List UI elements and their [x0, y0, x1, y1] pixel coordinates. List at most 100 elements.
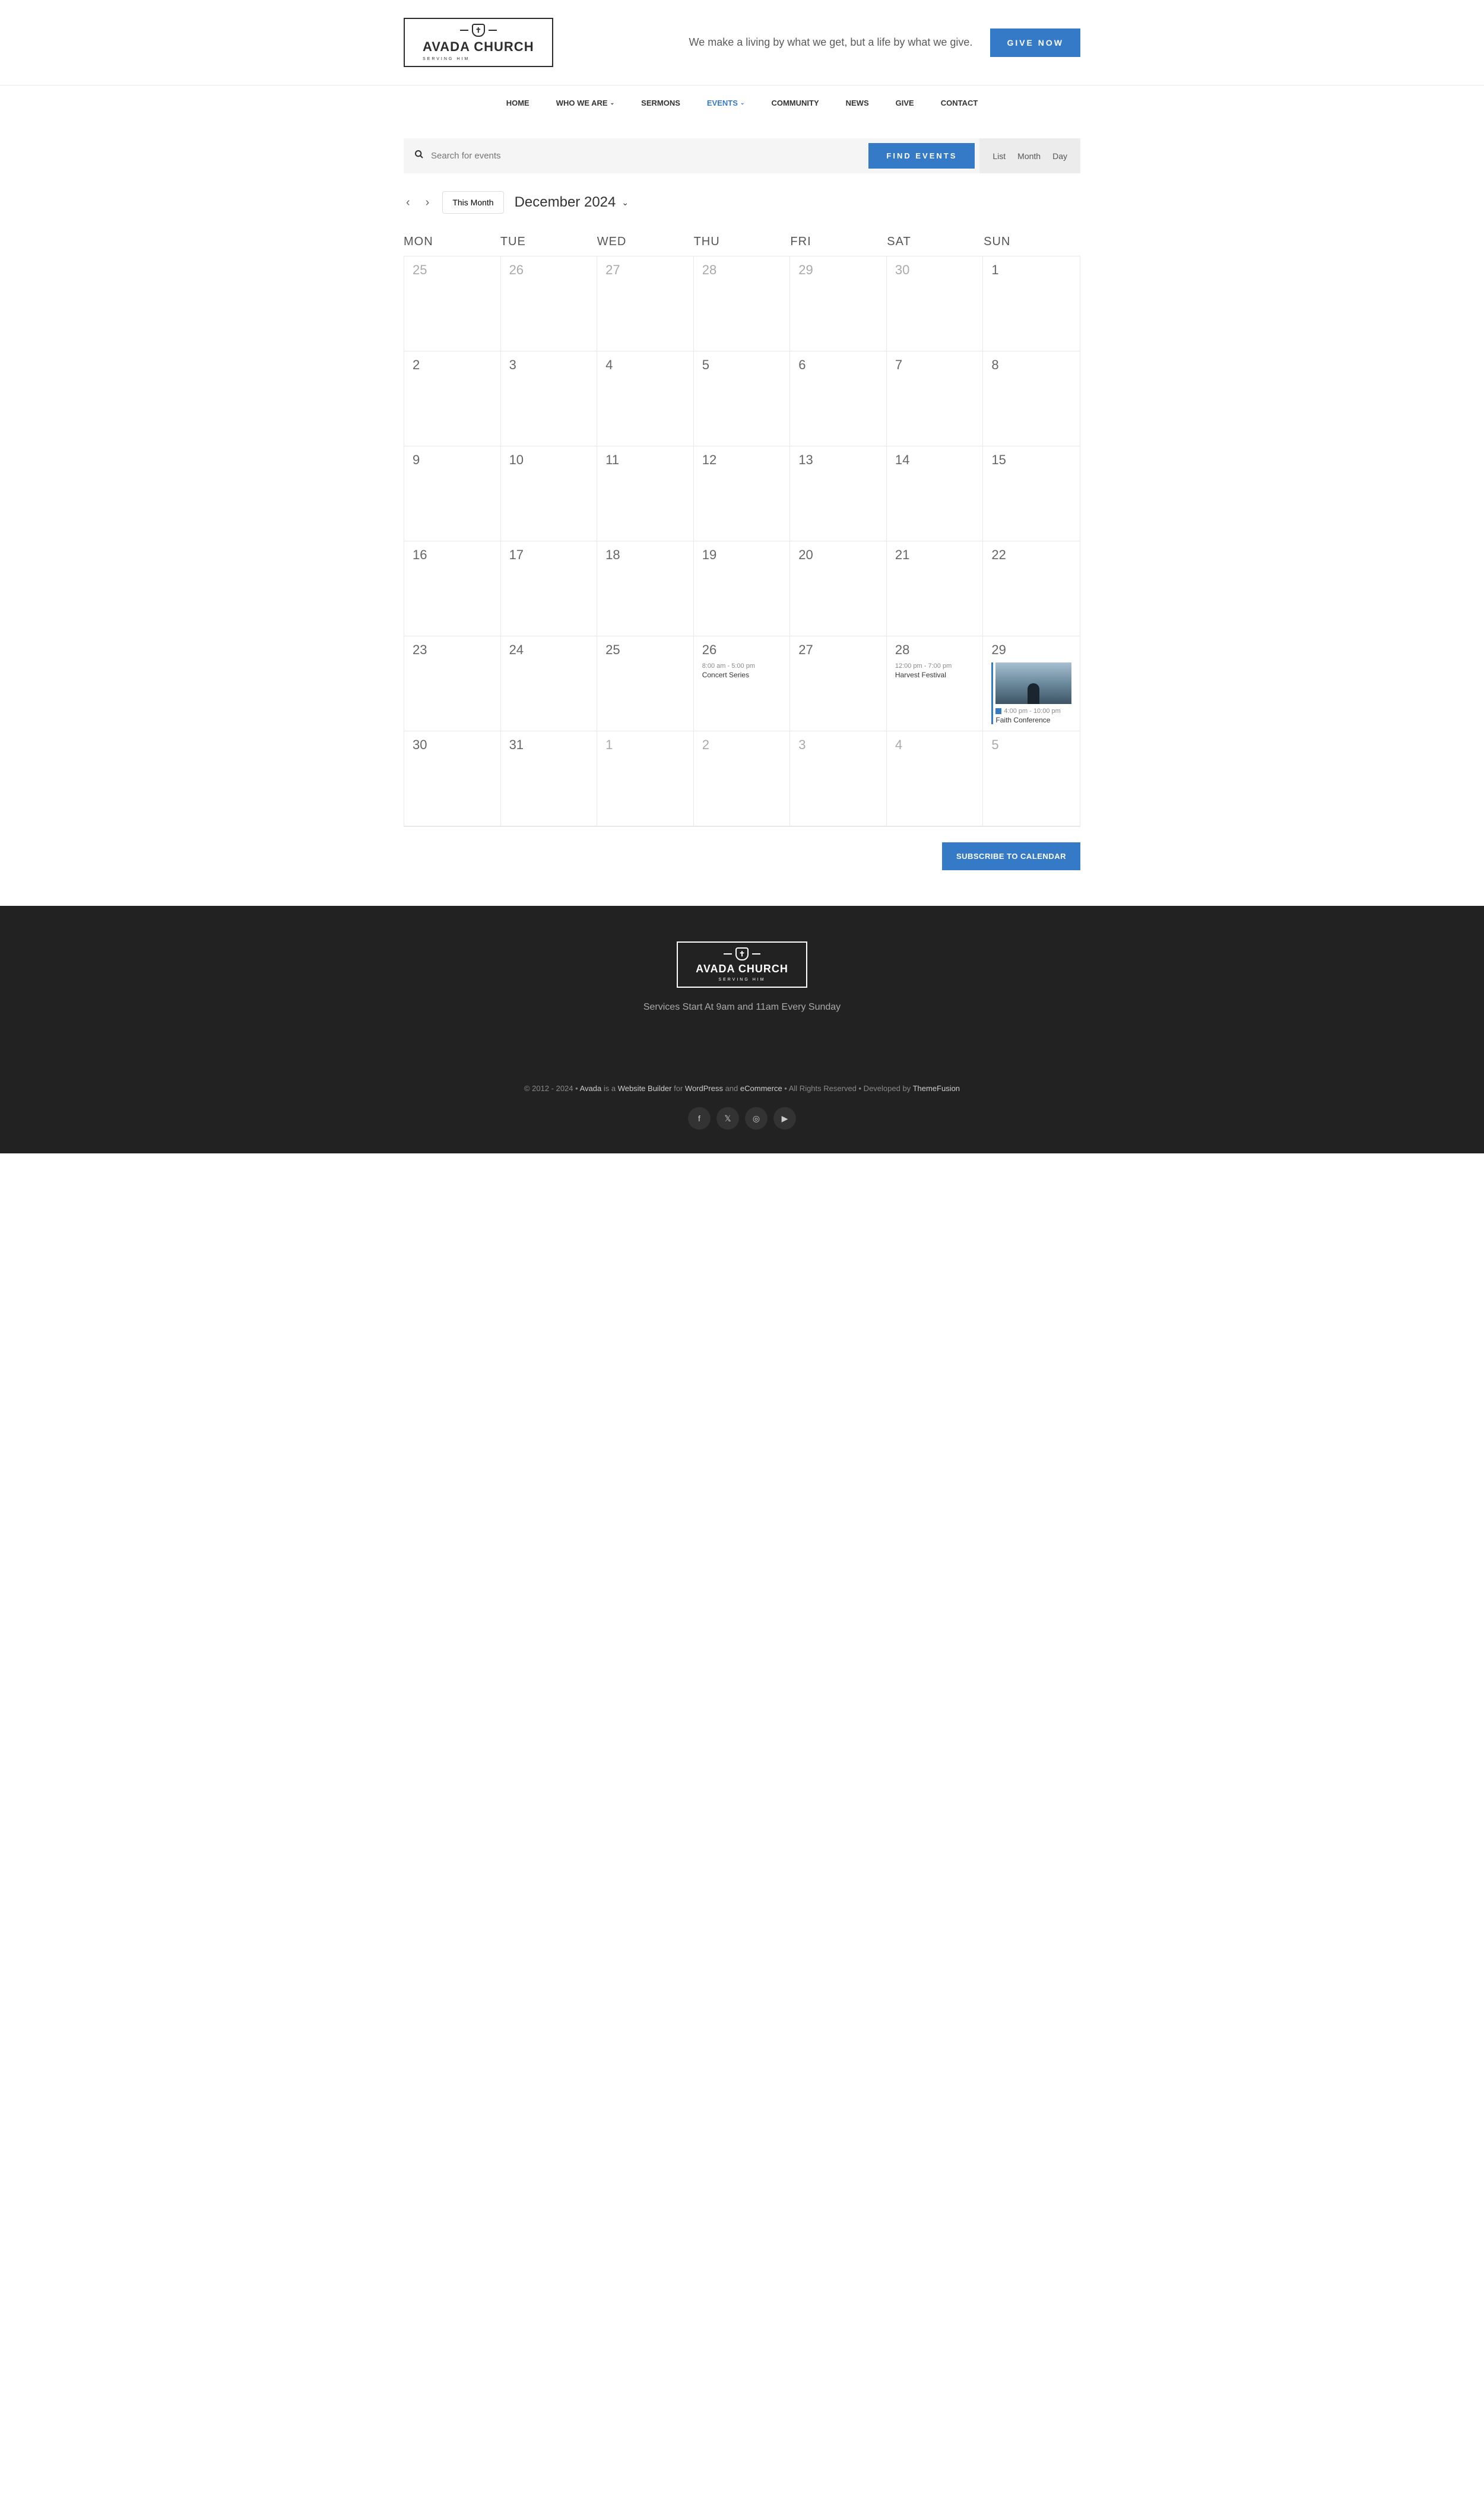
calendar-cell[interactable]: 25 [597, 636, 694, 731]
calendar-cell[interactable]: 31 [501, 731, 598, 826]
calendar-cell[interactable]: 8 [983, 351, 1080, 446]
calendar-cell[interactable]: 27 [597, 256, 694, 351]
calendar-cell[interactable]: 11 [597, 446, 694, 541]
nav-item-sermons[interactable]: SERMONS [641, 99, 680, 107]
calendar-cell[interactable]: 2 [404, 351, 501, 446]
calendar-cell[interactable]: 16 [404, 541, 501, 636]
calendar-date: 8 [991, 357, 1071, 373]
calendar-cell[interactable]: 15 [983, 446, 1080, 541]
calendar-date: 24 [509, 642, 589, 658]
calendar-cell[interactable]: 18 [597, 541, 694, 636]
event-time: 4:00 pm - 10:00 pm [995, 708, 1071, 715]
main-nav: HOME WHO WE ARE⌄ SERMONS EVENTS⌄ COMMUNITY NE… [404, 85, 1080, 121]
calendar-cell[interactable]: 268:00 am - 5:00 pmConcert Series [694, 636, 791, 731]
chevron-down-icon: ⌄ [610, 100, 615, 106]
calendar-date: 28 [895, 642, 975, 658]
calendar-date: 25 [413, 262, 492, 278]
calendar-cell[interactable]: 4 [887, 731, 984, 826]
calendar-cell[interactable]: 21 [887, 541, 984, 636]
nav-item-who-we-are[interactable]: WHO WE ARE⌄ [556, 99, 614, 107]
calendar-cell[interactable]: 3 [790, 731, 887, 826]
view-month[interactable]: Month [1017, 151, 1041, 161]
calendar-cell[interactable]: 6 [790, 351, 887, 446]
find-events-button[interactable]: FIND EVENTS [868, 143, 975, 169]
instagram-icon[interactable]: ◎ [745, 1107, 768, 1130]
calendar-cell[interactable]: 28 12:00 pm - 7:00 pmHarvest Festival [887, 636, 984, 731]
nav-item-give[interactable]: GIVE [896, 99, 914, 107]
calendar-date: 23 [413, 642, 492, 658]
calendar-cell[interactable]: 17 [501, 541, 598, 636]
link-themefusion[interactable]: ThemeFusion [913, 1084, 960, 1093]
logo[interactable]: ✝ AVADA CHURCH SERVING HIM [404, 18, 553, 67]
calendar-cell[interactable]: 29 [790, 256, 887, 351]
calendar-cell[interactable]: 294:00 pm - 10:00 pmFaith Conference [983, 636, 1080, 731]
calendar-cell[interactable]: 1 [983, 256, 1080, 351]
nav-item-news[interactable]: NEWS [846, 99, 869, 107]
calendar-date: 11 [605, 452, 685, 468]
cross-icon: ✝ [423, 24, 534, 37]
calendar-event[interactable]: 12:00 pm - 7:00 pmHarvest Festival [895, 662, 975, 679]
calendar-cell[interactable]: 28 [694, 256, 791, 351]
calendar-cell[interactable]: 30 [887, 256, 984, 351]
calendar-cell[interactable]: 24 [501, 636, 598, 731]
x-twitter-icon[interactable]: 𝕏 [716, 1107, 739, 1130]
calendar-event[interactable]: 4:00 pm - 10:00 pmFaith Conference [991, 662, 1071, 724]
calendar-cell[interactable]: 26 [501, 256, 598, 351]
calendar-cell[interactable]: 3 [501, 351, 598, 446]
view-day[interactable]: Day [1052, 151, 1067, 161]
link-website-builder[interactable]: Website Builder [618, 1084, 672, 1093]
chevron-down-icon: ⌄ [621, 198, 629, 208]
link-ecommerce[interactable]: eCommerce [740, 1084, 782, 1093]
calendar-cell[interactable]: 9 [404, 446, 501, 541]
calendar-cell[interactable]: 5 [983, 731, 1080, 826]
calendar-cell[interactable]: 27 [790, 636, 887, 731]
calendar-cell[interactable]: 1 [597, 731, 694, 826]
prev-month-button[interactable]: ‹ [404, 194, 413, 212]
calendar-date: 21 [895, 547, 975, 563]
calendar-date: 29 [798, 262, 878, 278]
nav-item-home[interactable]: HOME [506, 99, 529, 107]
calendar-cell[interactable]: 10 [501, 446, 598, 541]
youtube-icon[interactable]: ▶ [773, 1107, 796, 1130]
calendar-cell[interactable]: 4 [597, 351, 694, 446]
nav-item-events[interactable]: EVENTS⌄ [707, 99, 745, 107]
calendar-date: 26 [509, 262, 589, 278]
calendar-cell[interactable]: 14 [887, 446, 984, 541]
calendar-cell[interactable]: 19 [694, 541, 791, 636]
calendar-cell[interactable]: 30 [404, 731, 501, 826]
facebook-icon[interactable]: f [688, 1107, 711, 1130]
calendar-cell[interactable]: 22 [983, 541, 1080, 636]
month-selector[interactable]: December 2024 ⌄ [515, 194, 629, 211]
calendar-event[interactable]: 8:00 am - 5:00 pmConcert Series [702, 662, 782, 679]
link-avada[interactable]: Avada [580, 1084, 602, 1093]
calendar-cell[interactable]: 5 [694, 351, 791, 446]
view-list[interactable]: List [992, 151, 1006, 161]
calendar-date: 27 [605, 262, 685, 278]
calendar-cell[interactable]: 23 [404, 636, 501, 731]
calendar-cell[interactable]: 20 [790, 541, 887, 636]
calendar-date: 18 [605, 547, 685, 563]
day-header: MON [404, 228, 500, 256]
give-now-button[interactable]: GIVE NOW [990, 28, 1080, 57]
nav-item-community[interactable]: COMMUNITY [771, 99, 819, 107]
calendar-cell[interactable]: 7 [887, 351, 984, 446]
calendar-date: 22 [991, 547, 1071, 563]
calendar-cell[interactable]: 12 [694, 446, 791, 541]
calendar-date: 7 [895, 357, 975, 373]
this-month-button[interactable]: This Month [442, 191, 503, 214]
search-input[interactable] [431, 139, 853, 173]
subscribe-calendar-button[interactable]: SUBSCRIBE TO CALENDAR [942, 842, 1080, 870]
calendar-cell[interactable]: 13 [790, 446, 887, 541]
day-header: SUN [984, 228, 1080, 256]
link-wordpress[interactable]: WordPress [685, 1084, 723, 1093]
chevron-down-icon: ⌄ [740, 100, 745, 106]
event-title: Concert Series [702, 671, 782, 679]
footer-logo[interactable]: ✝ AVADA CHURCH SERVING HIM [0, 941, 1484, 988]
calendar-cell[interactable]: 25 [404, 256, 501, 351]
calendar-date: 3 [798, 737, 878, 753]
nav-item-contact[interactable]: CONTACT [941, 99, 978, 107]
next-month-button[interactable]: › [423, 194, 432, 212]
copyright: © 2012 - 2024 • Avada is a Website Build… [524, 1084, 960, 1093]
calendar-cell[interactable]: 2 [694, 731, 791, 826]
calendar-date: 14 [895, 452, 975, 468]
